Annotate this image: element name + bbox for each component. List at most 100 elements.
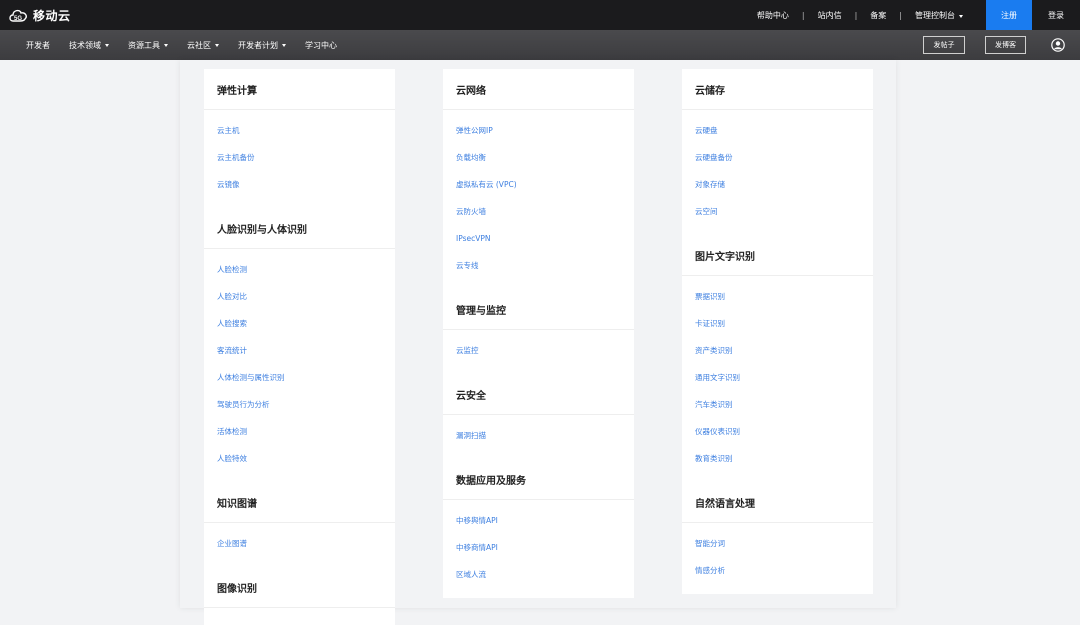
nav-label: 资源工具 [128, 40, 160, 50]
product-link[interactable]: IPsecVPN [443, 225, 634, 252]
section-title: 管理与监控 [443, 289, 634, 330]
product-link[interactable]: 资产类识别 [682, 337, 873, 364]
logo-text: 移动云 [33, 8, 71, 23]
messages-link[interactable]: 站内信 [805, 10, 855, 21]
top-nav: 帮助中心 | 站内信 | 备案 | 管理控制台 注册 登录 [744, 0, 1080, 30]
nav-label: 技术领域 [69, 40, 101, 50]
user-avatar-icon[interactable] [1051, 38, 1065, 52]
product-link[interactable]: 负载均衡 [443, 144, 634, 171]
section-title: 自然语言处理 [682, 482, 873, 523]
product-link[interactable]: 驾驶员行为分析 [204, 391, 395, 418]
post-blog-button[interactable]: 发博客 [985, 36, 1026, 54]
catalog-section: 图像识别 [204, 567, 395, 625]
nav-developer[interactable]: 开发者 [26, 40, 50, 51]
section-title: 云储存 [682, 69, 873, 110]
nav-community[interactable]: 云社区 [187, 40, 219, 51]
product-link[interactable]: 虚拟私有云 (VPC) [443, 171, 634, 198]
section-link-list: 云硬盘 云硬盘备份 对象存储 云空间 [682, 110, 873, 235]
product-link[interactable]: 人脸检测 [204, 256, 395, 283]
catalog-column: 弹性计算 云主机 云主机备份 云镜像 人脸识别与人体识别 人脸检测 人脸对比 人脸搜索 客流统计… [204, 69, 395, 625]
product-link[interactable]: 云硬盘备份 [682, 144, 873, 171]
icp-filing-link[interactable]: 备案 [857, 10, 899, 21]
product-link[interactable]: 云监控 [443, 337, 634, 364]
nav-tech-domain[interactable]: 技术领域 [69, 40, 109, 51]
sub-nav: 开发者 技术领域 资源工具 云社区 开发者计划 学习中心 [26, 30, 356, 60]
catalog-section: 人脸识别与人体识别 人脸检测 人脸对比 人脸搜索 客流统计 人体检测与属性识别 驾驶员行为分… [204, 208, 395, 482]
product-link[interactable]: 客流统计 [204, 337, 395, 364]
chevron-down-icon [164, 43, 168, 47]
product-link[interactable]: 对象存储 [682, 171, 873, 198]
logo-mark: 5G [14, 16, 22, 22]
chevron-down-icon [959, 14, 963, 18]
nav-label: 开发者计划 [238, 40, 278, 50]
section-link-list: 弹性公网IP 负载均衡 虚拟私有云 (VPC) 云防火墙 IPsecVPN 云专线 [443, 110, 634, 289]
section-title: 云网络 [443, 69, 634, 110]
logo[interactable]: 5G 移动云 [8, 5, 71, 25]
nav-learning-center[interactable]: 学习中心 [305, 40, 337, 51]
product-link[interactable]: 云硬盘 [682, 117, 873, 144]
product-link[interactable]: 云专线 [443, 252, 634, 279]
product-link[interactable]: 通用文字识别 [682, 364, 873, 391]
chevron-down-icon [105, 43, 109, 47]
product-link[interactable]: 活体检测 [204, 418, 395, 445]
catalog-column: 云网络 弹性公网IP 负载均衡 虚拟私有云 (VPC) 云防火墙 IPsecVPN 云专线管… [443, 69, 634, 598]
section-link-list: 中移舆情API 中移商情API 区域人流 [443, 500, 634, 598]
product-link[interactable]: 中移舆情API [443, 507, 634, 534]
product-link[interactable]: 汽车类识别 [682, 391, 873, 418]
login-button[interactable]: 登录 [1032, 10, 1080, 21]
product-link[interactable]: 云空间 [682, 198, 873, 225]
chevron-down-icon [282, 43, 286, 47]
product-link[interactable]: 人体检测与属性识别 [204, 364, 395, 391]
sub-nav-bar: 开发者 技术领域 资源工具 云社区 开发者计划 学习中心 发帖子 发博客 [0, 30, 1080, 60]
product-link[interactable]: 云镜像 [204, 171, 395, 198]
catalog-section: 云储存 云硬盘 云硬盘备份 对象存储 云空间 [682, 69, 873, 235]
section-title: 云安全 [443, 374, 634, 415]
product-link[interactable]: 人脸搜索 [204, 310, 395, 337]
catalog-section: 数据应用及服务 中移舆情API 中移商情API 区域人流 [443, 459, 634, 598]
product-link[interactable]: 教育类识别 [682, 445, 873, 472]
catalog-section: 图片文字识别 票据识别 卡证识别 资产类识别 通用文字识别 汽车类识别 仪器仪表识别 教育类识… [682, 235, 873, 482]
section-title: 数据应用及服务 [443, 459, 634, 500]
product-link[interactable]: 仪器仪表识别 [682, 418, 873, 445]
product-link[interactable]: 票据识别 [682, 283, 873, 310]
product-link[interactable]: 云主机备份 [204, 144, 395, 171]
cloud-logo-icon: 5G [9, 9, 27, 22]
post-thread-button[interactable]: 发帖子 [923, 36, 965, 54]
catalog-section: 云网络 弹性公网IP 负载均衡 虚拟私有云 (VPC) 云防火墙 IPsecVPN 云专线 [443, 69, 634, 289]
product-link[interactable]: 企业图谱 [204, 530, 395, 557]
catalog-section: 管理与监控 云监控 [443, 289, 634, 374]
product-link[interactable]: 智能分词 [682, 530, 873, 557]
nav-resource-tools[interactable]: 资源工具 [128, 40, 168, 51]
product-link[interactable]: 云主机 [204, 117, 395, 144]
catalog-section: 知识图谱 企业图谱 [204, 482, 395, 567]
section-title: 图像识别 [204, 567, 395, 608]
product-link[interactable]: 人脸特效 [204, 445, 395, 472]
section-link-list [204, 608, 395, 625]
section-title: 人脸识别与人体识别 [204, 208, 395, 249]
console-dropdown[interactable]: 管理控制台 [902, 10, 976, 21]
register-button[interactable]: 注册 [986, 0, 1032, 30]
product-link[interactable]: 云防火墙 [443, 198, 634, 225]
product-link[interactable]: 弹性公网IP [443, 117, 634, 144]
section-title: 弹性计算 [204, 69, 395, 110]
product-link[interactable]: 漏洞扫描 [443, 422, 634, 449]
console-label: 管理控制台 [915, 10, 955, 20]
product-link[interactable]: 情感分析 [682, 557, 873, 584]
product-link[interactable]: 中移商情API [443, 534, 634, 561]
section-link-list: 智能分词 情感分析 [682, 523, 873, 594]
nav-developer-plan[interactable]: 开发者计划 [238, 40, 286, 51]
catalog-section: 云安全 漏洞扫描 [443, 374, 634, 459]
top-bar: 5G 移动云 帮助中心 | 站内信 | 备案 | 管理控制台 注册 登录 [0, 0, 1080, 30]
catalog-column: 云储存 云硬盘 云硬盘备份 对象存储 云空间 图片文字识别 票据识别 卡证识别 资产类识别 通用文… [682, 69, 873, 594]
section-link-list: 漏洞扫描 [443, 415, 634, 459]
product-link[interactable]: 人脸对比 [204, 283, 395, 310]
product-link[interactable]: 区域人流 [443, 561, 634, 588]
product-link[interactable]: 卡证识别 [682, 310, 873, 337]
nav-label: 开发者 [26, 40, 50, 50]
section-link-list: 云监控 [443, 330, 634, 374]
section-title: 图片文字识别 [682, 235, 873, 276]
section-link-list: 票据识别 卡证识别 资产类识别 通用文字识别 汽车类识别 仪器仪表识别 教育类识别 [682, 276, 873, 482]
catalog-section: 自然语言处理 智能分词 情感分析 [682, 482, 873, 594]
section-link-list: 人脸检测 人脸对比 人脸搜索 客流统计 人体检测与属性识别 驾驶员行为分析 活体检测 人脸特效 [204, 249, 395, 482]
help-center-link[interactable]: 帮助中心 [744, 10, 802, 21]
